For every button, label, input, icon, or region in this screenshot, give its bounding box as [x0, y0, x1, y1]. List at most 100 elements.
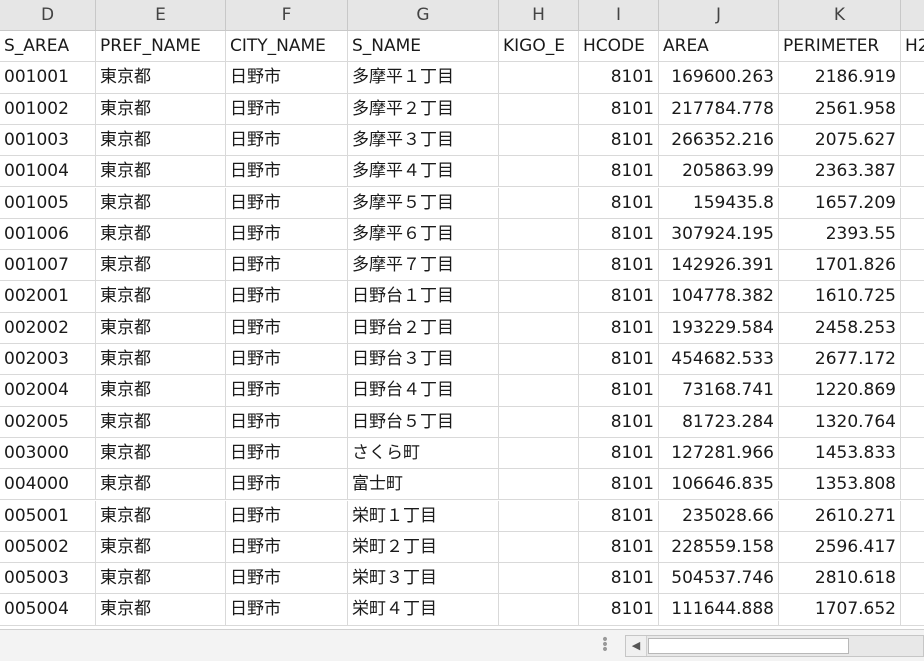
field-header-cell[interactable]: PREF_NAME: [96, 31, 226, 63]
table-cell[interactable]: [901, 250, 924, 282]
table-cell[interactable]: 8101: [579, 531, 659, 564]
table-cell[interactable]: 005003: [0, 563, 96, 595]
column-header-f[interactable]: F: [226, 0, 348, 30]
table-cell[interactable]: 002003: [0, 344, 96, 376]
table-cell[interactable]: 169600.263: [659, 62, 779, 94]
table-cell[interactable]: 1320.764: [779, 406, 901, 438]
table-cell[interactable]: [901, 469, 924, 501]
table-cell[interactable]: 8101: [579, 281, 659, 313]
table-cell[interactable]: 日野市: [226, 250, 348, 282]
table-cell[interactable]: 8101: [579, 469, 659, 501]
table-cell[interactable]: 2458.253: [779, 312, 901, 344]
table-cell[interactable]: 日野市: [226, 594, 348, 626]
table-cell[interactable]: 日野市: [226, 344, 348, 376]
table-cell[interactable]: 2810.618: [779, 563, 901, 595]
table-cell[interactable]: [901, 219, 924, 251]
column-header-i[interactable]: I: [579, 0, 659, 30]
table-cell[interactable]: 東京都: [96, 124, 226, 157]
table-cell[interactable]: 001001: [0, 62, 96, 94]
field-header-cell[interactable]: S_NAME: [348, 31, 499, 63]
table-cell[interactable]: [499, 93, 579, 125]
table-cell[interactable]: 日野市: [226, 281, 348, 313]
table-cell[interactable]: 8101: [579, 500, 659, 532]
field-header-cell[interactable]: AREA: [659, 31, 779, 63]
table-cell[interactable]: [499, 344, 579, 376]
table-cell[interactable]: 205863.99: [659, 156, 779, 188]
table-cell[interactable]: 東京都: [96, 531, 226, 564]
table-cell[interactable]: 日野市: [226, 124, 348, 157]
table-cell[interactable]: 1453.833: [779, 437, 901, 470]
table-cell[interactable]: 東京都: [96, 594, 226, 626]
table-cell[interactable]: 日野市: [226, 62, 348, 94]
column-header-next[interactable]: [901, 0, 924, 30]
table-cell[interactable]: 002001: [0, 281, 96, 313]
table-cell[interactable]: 002002: [0, 312, 96, 344]
field-header-cell[interactable]: CITY_NAME: [226, 31, 348, 63]
table-cell[interactable]: 159435.8: [659, 187, 779, 219]
table-cell[interactable]: 8101: [579, 93, 659, 125]
table-cell[interactable]: 東京都: [96, 375, 226, 407]
table-cell[interactable]: 多摩平２丁目: [348, 93, 499, 125]
table-cell[interactable]: 日野市: [226, 312, 348, 344]
table-cell[interactable]: 73168.741: [659, 375, 779, 407]
table-cell[interactable]: 454682.533: [659, 344, 779, 376]
table-cell[interactable]: 日野市: [226, 437, 348, 470]
table-cell[interactable]: 001004: [0, 156, 96, 188]
table-cell[interactable]: 東京都: [96, 344, 226, 376]
field-header-cell[interactable]: KIGO_E: [499, 31, 579, 63]
table-cell[interactable]: 2393.55: [779, 218, 901, 251]
table-cell[interactable]: 8101: [579, 156, 659, 188]
field-header-cell[interactable]: S_AREA: [0, 31, 96, 63]
table-cell[interactable]: [901, 407, 924, 438]
table-cell[interactable]: 日野市: [226, 93, 348, 125]
table-cell[interactable]: 日野市: [226, 156, 348, 188]
table-cell[interactable]: [901, 532, 924, 564]
table-cell[interactable]: 142926.391: [659, 250, 779, 282]
table-cell[interactable]: 多摩平６丁目: [348, 218, 499, 251]
table-cell[interactable]: 2186.919: [779, 62, 901, 94]
table-cell[interactable]: 002005: [0, 406, 96, 438]
table-cell[interactable]: さくら町: [348, 437, 499, 470]
table-cell[interactable]: [499, 563, 579, 595]
table-cell[interactable]: 栄町２丁目: [348, 531, 499, 564]
table-cell[interactable]: 日野市: [226, 469, 348, 501]
table-cell[interactable]: 228559.158: [659, 531, 779, 564]
column-header-k[interactable]: K: [779, 0, 901, 30]
table-cell[interactable]: 1707.652: [779, 594, 901, 626]
table-cell[interactable]: 003000: [0, 437, 96, 470]
table-cell[interactable]: 005001: [0, 500, 96, 532]
table-cell[interactable]: 8101: [579, 250, 659, 282]
table-cell[interactable]: 1701.826: [779, 250, 901, 282]
table-cell[interactable]: [499, 406, 579, 438]
table-cell[interactable]: 1657.209: [779, 187, 901, 219]
table-cell[interactable]: [901, 156, 924, 188]
field-header-cell[interactable]: PERIMETER: [779, 31, 901, 63]
table-cell[interactable]: 193229.584: [659, 312, 779, 344]
table-cell[interactable]: [499, 437, 579, 470]
table-cell[interactable]: 001006: [0, 218, 96, 251]
table-cell[interactable]: 日野台１丁目: [348, 281, 499, 313]
table-cell[interactable]: 1353.808: [779, 469, 901, 501]
scroll-left-icon[interactable]: ◀: [626, 636, 647, 656]
table-cell[interactable]: 001002: [0, 93, 96, 125]
table-cell[interactable]: 2561.958: [779, 93, 901, 125]
table-cell[interactable]: 005004: [0, 594, 96, 626]
table-cell[interactable]: 307924.195: [659, 218, 779, 251]
table-cell[interactable]: 多摩平１丁目: [348, 62, 499, 94]
table-cell[interactable]: [499, 156, 579, 188]
table-cell[interactable]: [499, 594, 579, 626]
table-cell[interactable]: 東京都: [96, 281, 226, 313]
table-cell[interactable]: 東京都: [96, 93, 226, 125]
column-header-d[interactable]: D: [0, 0, 96, 30]
table-cell[interactable]: 富士町: [348, 469, 499, 501]
column-header-e[interactable]: E: [96, 0, 226, 30]
table-cell[interactable]: 001007: [0, 250, 96, 282]
table-cell[interactable]: [901, 375, 924, 407]
split-handle[interactable]: • • •: [600, 633, 610, 657]
table-cell[interactable]: 8101: [579, 124, 659, 157]
table-cell[interactable]: [499, 187, 579, 219]
table-cell[interactable]: 多摩平４丁目: [348, 156, 499, 188]
table-cell[interactable]: 2610.271: [779, 500, 901, 532]
table-cell[interactable]: 2596.417: [779, 531, 901, 564]
table-cell[interactable]: 日野市: [226, 187, 348, 219]
